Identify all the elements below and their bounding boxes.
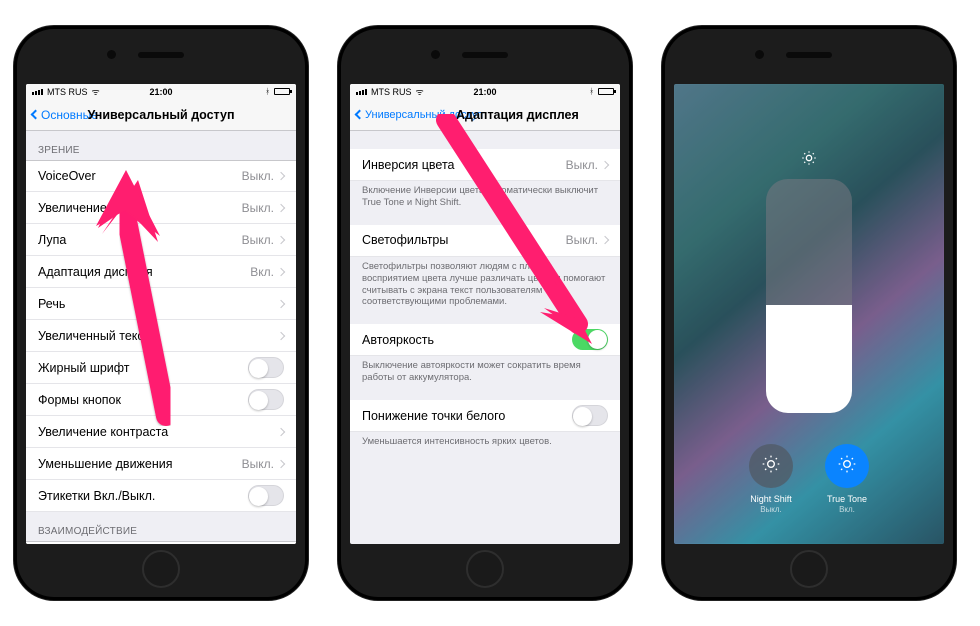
signal-icon — [32, 89, 43, 95]
footer-filters: Светофильтры позволяют людям с плохим во… — [350, 257, 620, 311]
section-header-interaction: ВЗАИМОДЕЙСТВИЕ — [26, 512, 296, 541]
cell-reachability[interactable]: Удобный доступ — [26, 541, 296, 544]
chevron-right-icon — [277, 299, 285, 307]
chevron-right-icon — [277, 331, 285, 339]
phone-frame-3: Night Shift Выкл. True Tone Вкл. — [662, 26, 956, 600]
cell-color-filters[interactable]: СветофильтрыВыкл. — [350, 225, 620, 257]
nav-title: Универсальный доступ — [88, 108, 235, 122]
status-time: 21:00 — [473, 87, 496, 97]
home-button-1[interactable] — [142, 550, 180, 588]
status-time: 21:00 — [149, 87, 172, 97]
switch-button-shapes[interactable] — [248, 389, 284, 410]
true-tone-button[interactable]: True Tone Вкл. — [825, 444, 869, 514]
chevron-right-icon — [277, 235, 285, 243]
phone-frame-1: MTS RUS ᯤ 21:00 ᚼ Основные Универсальный… — [14, 26, 308, 600]
settings-content[interactable]: ЗРЕНИЕ VoiceOverВыкл. УвеличениеВыкл. Лу… — [26, 131, 296, 544]
bluetooth-icon: ᚼ — [589, 87, 594, 96]
carrier-label: MTS RUS — [47, 87, 88, 97]
chevron-right-icon — [601, 160, 609, 168]
chevron-left-icon — [31, 110, 41, 120]
status-bar: MTS RUS ᯤ 21:00 ᚼ — [26, 84, 296, 99]
true-tone-label: True Tone — [827, 494, 867, 504]
signal-icon — [356, 89, 367, 95]
cell-on-off-labels[interactable]: Этикетки Вкл./Выкл. — [26, 480, 296, 512]
night-shift-icon — [761, 454, 781, 479]
sun-icon — [801, 150, 817, 169]
wifi-icon: ᯤ — [416, 85, 424, 98]
carrier-label: MTS RUS — [371, 87, 412, 97]
switch-reduce-white-point[interactable] — [572, 405, 608, 426]
true-tone-icon — [837, 454, 857, 479]
screen-display-accommodations: MTS RUS ᯤ 21:00 ᚼ Универсальный доступ А… — [350, 84, 620, 544]
section-header-vision: ЗРЕНИЕ — [26, 131, 296, 160]
chevron-right-icon — [277, 427, 285, 435]
phone-frame-2: MTS RUS ᯤ 21:00 ᚼ Универсальный доступ А… — [338, 26, 632, 600]
footer-invert: Включение Инверсии цвета автоматически в… — [350, 181, 620, 211]
switch-bold-text[interactable] — [248, 357, 284, 378]
cell-magnifier[interactable]: ЛупаВыкл. — [26, 224, 296, 256]
status-bar: MTS RUS ᯤ 21:00 ᚼ — [350, 84, 620, 99]
chevron-right-icon — [601, 236, 609, 244]
cell-reduce-motion[interactable]: Уменьшение движенияВыкл. — [26, 448, 296, 480]
nav-bar: Универсальный доступ Адаптация дисплея — [350, 99, 620, 131]
cell-button-shapes[interactable]: Формы кнопок — [26, 384, 296, 416]
footer-auto-brightness: Выключение автояркости может сократить в… — [350, 356, 620, 386]
nav-title: Адаптация дисплея — [456, 108, 579, 122]
chevron-right-icon — [277, 459, 285, 467]
cell-zoom[interactable]: УвеличениеВыкл. — [26, 192, 296, 224]
true-tone-status: Вкл. — [827, 505, 867, 514]
nav-bar: Основные Универсальный доступ — [26, 99, 296, 131]
cell-invert-colors[interactable]: Инверсия цветаВыкл. — [350, 149, 620, 181]
home-button-3[interactable] — [790, 550, 828, 588]
cell-bold-text[interactable]: Жирный шрифт — [26, 352, 296, 384]
night-shift-label: Night Shift — [750, 494, 792, 504]
cell-speech[interactable]: Речь — [26, 288, 296, 320]
cell-voiceover[interactable]: VoiceOverВыкл. — [26, 160, 296, 192]
settings-content[interactable]: Инверсия цветаВыкл. Включение Инверсии ц… — [350, 131, 620, 544]
battery-icon — [598, 88, 614, 95]
footer-reduce-white-point: Уменьшается интенсивность ярких цветов. — [350, 432, 620, 450]
cell-reduce-white-point[interactable]: Понижение точки белого — [350, 400, 620, 432]
wifi-icon: ᯤ — [92, 85, 100, 98]
night-shift-status: Выкл. — [750, 505, 792, 514]
chevron-right-icon — [277, 267, 285, 275]
battery-icon — [274, 88, 290, 95]
screen-control-center: Night Shift Выкл. True Tone Вкл. — [674, 84, 944, 544]
chevron-right-icon — [277, 203, 285, 211]
switch-on-off-labels[interactable] — [248, 485, 284, 506]
cell-display-accommodations[interactable]: Адаптация дисплеяВкл. — [26, 256, 296, 288]
cell-increase-contrast[interactable]: Увеличение контраста — [26, 416, 296, 448]
switch-auto-brightness[interactable] — [572, 329, 608, 350]
cell-auto-brightness[interactable]: Автояркость — [350, 324, 620, 356]
night-shift-button[interactable]: Night Shift Выкл. — [749, 444, 793, 514]
brightness-fill — [766, 305, 852, 413]
bluetooth-icon: ᚼ — [265, 87, 270, 96]
home-button-2[interactable] — [466, 550, 504, 588]
brightness-slider[interactable] — [766, 179, 852, 413]
chevron-right-icon — [277, 172, 285, 180]
cell-larger-text[interactable]: Увеличенный текст — [26, 320, 296, 352]
screen-accessibility: MTS RUS ᯤ 21:00 ᚼ Основные Универсальный… — [26, 84, 296, 544]
chevron-left-icon — [355, 110, 365, 120]
